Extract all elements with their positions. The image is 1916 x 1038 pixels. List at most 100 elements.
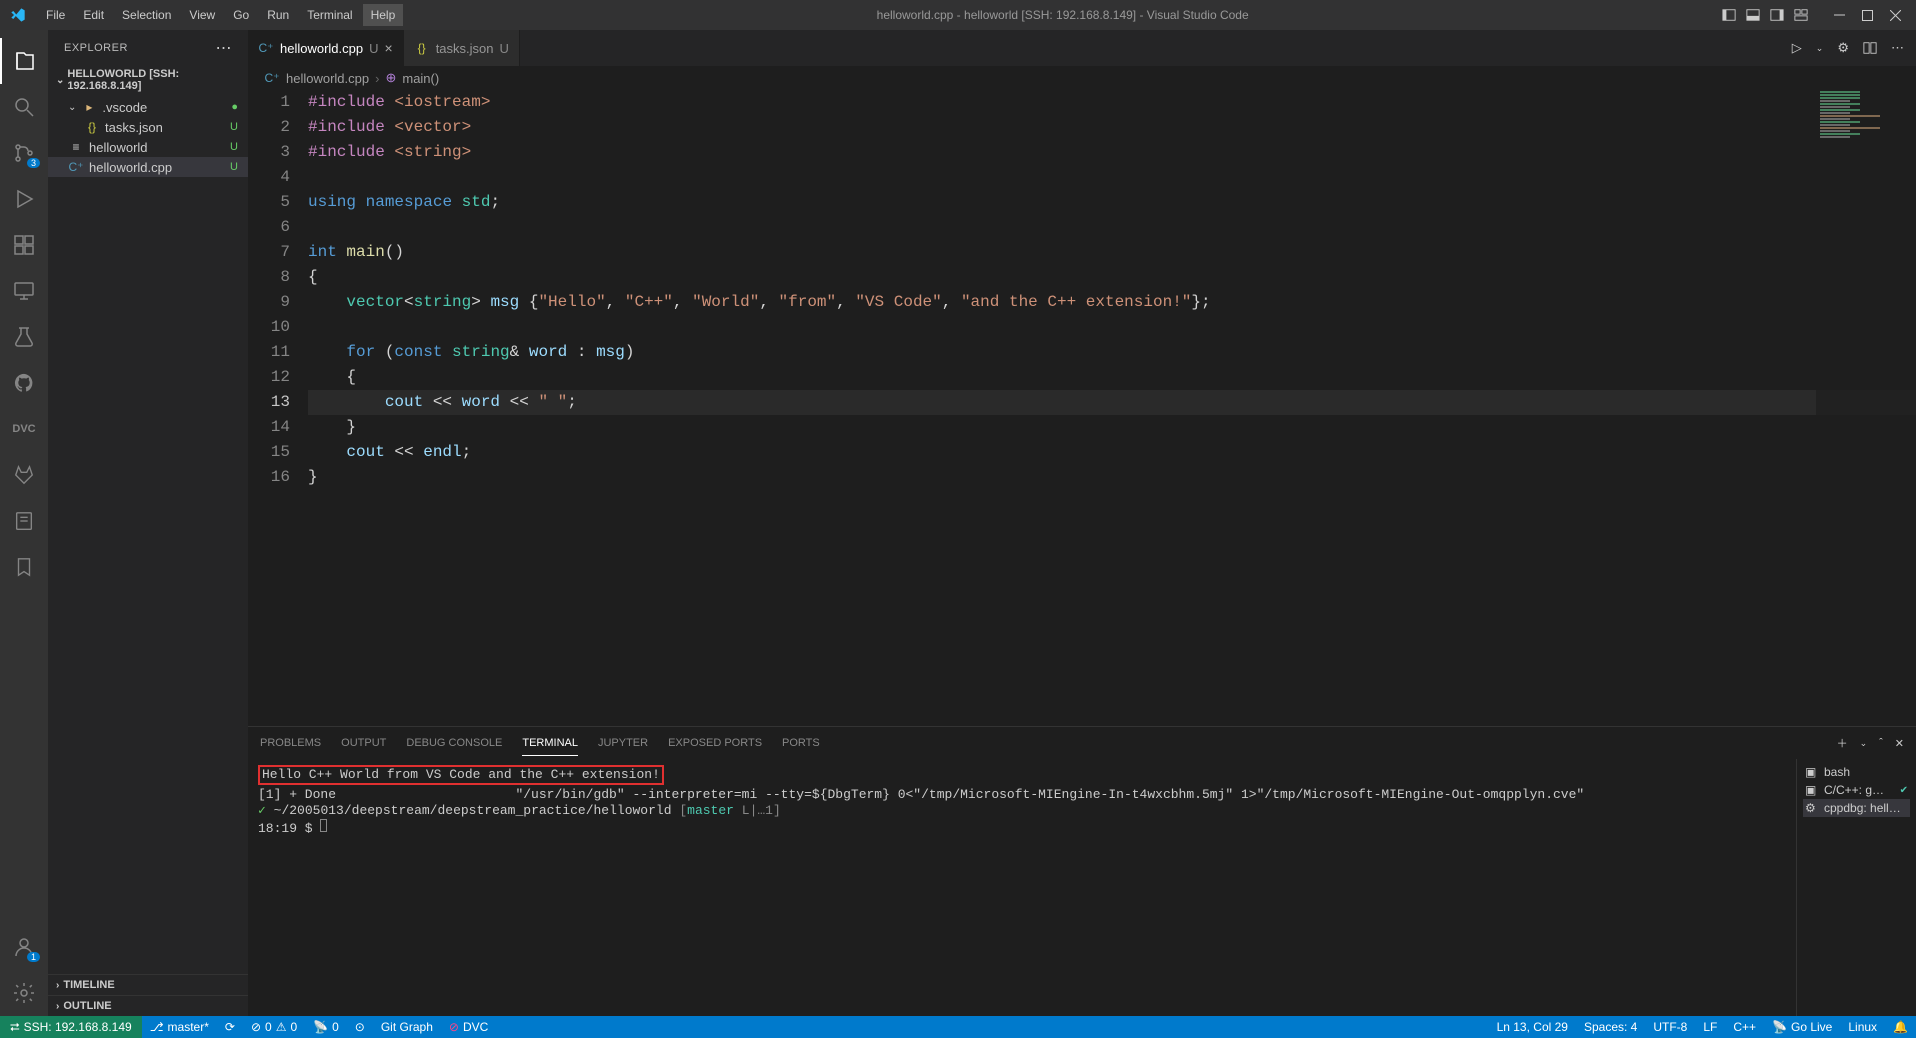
cursor-position[interactable]: Ln 13, Col 29 bbox=[1489, 1020, 1576, 1034]
menu-item-help[interactable]: Help bbox=[363, 4, 404, 26]
code-line[interactable]: vector<string> msg {"Hello", "C++", "Wor… bbox=[308, 290, 1916, 315]
terminal-prompt[interactable]: 18:19 $ bbox=[258, 819, 1786, 837]
terminal-list-item[interactable]: ▣bash bbox=[1803, 763, 1910, 781]
menu-item-view[interactable]: View bbox=[181, 4, 223, 26]
panel-tab-problems[interactable]: PROBLEMS bbox=[260, 731, 321, 755]
activity-manage[interactable] bbox=[0, 970, 48, 1016]
live-server-button[interactable]: ⊙ bbox=[347, 1020, 373, 1034]
activity-project-manager[interactable] bbox=[0, 498, 48, 544]
code-line[interactable]: } bbox=[308, 415, 1916, 440]
toggle-secondary-sidebar-icon[interactable] bbox=[1770, 8, 1784, 22]
editor-tab[interactable]: C⁺helloworld.cpp U × bbox=[248, 30, 404, 66]
activity-accounts[interactable]: 1 bbox=[0, 924, 48, 970]
chevron-down-icon[interactable]: ⌄ bbox=[1816, 43, 1824, 54]
workspace-folder-header[interactable]: ⌄ HELLOWORLD [SSH: 192.168.8.149] bbox=[48, 65, 248, 95]
timeline-section[interactable]: ›TIMELINE bbox=[48, 974, 248, 995]
outline-section[interactable]: ›OUTLINE bbox=[48, 995, 248, 1016]
git-graph-button[interactable]: Git Graph bbox=[373, 1020, 441, 1034]
git-branch[interactable]: ⎇ master* bbox=[142, 1020, 217, 1034]
activity-explorer[interactable] bbox=[0, 38, 48, 84]
chevron-down-icon[interactable]: ⌄ bbox=[1860, 738, 1868, 749]
code-line[interactable]: for (const string& word : msg) bbox=[308, 340, 1916, 365]
remote-indicator[interactable]: ⮂ SSH: 192.168.8.149 bbox=[0, 1016, 142, 1038]
cpp-file-icon: C⁺ bbox=[258, 40, 274, 56]
maximize-icon[interactable] bbox=[1860, 8, 1874, 22]
menu-item-edit[interactable]: Edit bbox=[75, 4, 112, 26]
go-live-button[interactable]: 📡 Go Live bbox=[1764, 1020, 1840, 1034]
activity-extensions[interactable] bbox=[0, 222, 48, 268]
os-indicator[interactable]: Linux bbox=[1840, 1020, 1885, 1034]
close-panel-icon[interactable]: ✕ bbox=[1895, 737, 1904, 750]
activity-search[interactable] bbox=[0, 84, 48, 130]
customize-layout-icon[interactable] bbox=[1794, 8, 1808, 22]
code-line[interactable]: cout << word << " "; bbox=[308, 390, 1916, 415]
split-editor-icon[interactable] bbox=[1863, 41, 1877, 55]
code-line[interactable] bbox=[308, 215, 1916, 240]
code-line[interactable] bbox=[308, 165, 1916, 190]
language-mode[interactable]: C++ bbox=[1725, 1020, 1764, 1034]
panel-tab-debug-console[interactable]: DEBUG CONSOLE bbox=[406, 731, 502, 755]
indentation-status[interactable]: Spaces: 4 bbox=[1576, 1020, 1645, 1034]
code-line[interactable]: int main() bbox=[308, 240, 1916, 265]
sidebar-header: EXPLORER ⋯ bbox=[48, 30, 248, 65]
dvc-indicator[interactable]: ⊘ DVC bbox=[441, 1020, 496, 1034]
tree-item[interactable]: C⁺helloworld.cppU bbox=[48, 157, 248, 177]
tree-item[interactable]: ≡helloworldU bbox=[48, 137, 248, 157]
terminal-list-item[interactable]: ▣C/C++: g…✔ bbox=[1803, 781, 1910, 799]
code-line[interactable]: { bbox=[308, 265, 1916, 290]
code-content[interactable]: #include <iostream>#include <vector>#inc… bbox=[308, 90, 1916, 726]
toggle-panel-icon[interactable] bbox=[1746, 8, 1760, 22]
activity-source-control[interactable]: 3 bbox=[0, 130, 48, 176]
terminal-list-item[interactable]: ⚙cppdbg: hell… bbox=[1803, 799, 1910, 817]
more-icon[interactable]: ⋯ bbox=[1891, 40, 1904, 56]
panel-tab-terminal[interactable]: TERMINAL bbox=[522, 731, 578, 756]
panel-tab-jupyter[interactable]: JUPYTER bbox=[598, 731, 648, 755]
code-line[interactable]: cout << endl; bbox=[308, 440, 1916, 465]
run-icon[interactable]: ▷ bbox=[1792, 40, 1802, 56]
code-line[interactable]: using namespace std; bbox=[308, 190, 1916, 215]
activity-bookmarks[interactable] bbox=[0, 544, 48, 590]
panel-tab-output[interactable]: OUTPUT bbox=[341, 731, 386, 755]
git-sync[interactable]: ⟳ bbox=[217, 1020, 243, 1034]
minimize-icon[interactable] bbox=[1832, 8, 1846, 22]
menu-item-file[interactable]: File bbox=[38, 4, 73, 26]
sidebar-more-icon[interactable]: ⋯ bbox=[216, 38, 233, 58]
eol-status[interactable]: LF bbox=[1695, 1020, 1725, 1034]
editor-tab[interactable]: {}tasks.json U bbox=[404, 30, 520, 66]
activity-dvc[interactable]: DVC bbox=[0, 406, 48, 452]
panel-tab-exposed-ports[interactable]: EXPOSED PORTS bbox=[668, 731, 762, 755]
code-line[interactable] bbox=[308, 315, 1916, 340]
code-line[interactable]: #include <string> bbox=[308, 140, 1916, 165]
close-icon[interactable] bbox=[1888, 8, 1902, 22]
code-line[interactable]: { bbox=[308, 365, 1916, 390]
menu-item-go[interactable]: Go bbox=[225, 4, 257, 26]
toggle-primary-sidebar-icon[interactable] bbox=[1722, 8, 1736, 22]
tree-item[interactable]: {}tasks.jsonU bbox=[48, 117, 248, 137]
code-editor[interactable]: 12345678910111213141516 #include <iostre… bbox=[248, 90, 1916, 726]
menu-item-run[interactable]: Run bbox=[259, 4, 297, 26]
ports-indicator[interactable]: 📡0 bbox=[305, 1020, 347, 1034]
notifications-button[interactable]: 🔔 bbox=[1885, 1020, 1916, 1034]
activity-gitlab[interactable] bbox=[0, 452, 48, 498]
activity-github[interactable] bbox=[0, 360, 48, 406]
code-line[interactable]: #include <iostream> bbox=[308, 90, 1916, 115]
new-terminal-icon[interactable]: ＋ bbox=[1837, 735, 1848, 751]
terminal-output-highlight: Hello C++ World from VS Code and the C++… bbox=[258, 765, 664, 785]
activity-run-debug[interactable] bbox=[0, 176, 48, 222]
configure-icon[interactable]: ⚙ bbox=[1837, 40, 1849, 56]
minimap[interactable] bbox=[1816, 90, 1916, 726]
code-line[interactable]: #include <vector> bbox=[308, 115, 1916, 140]
breadcrumb[interactable]: C⁺ helloworld.cpp › ⊕ main() bbox=[248, 66, 1916, 90]
menu-item-selection[interactable]: Selection bbox=[114, 4, 179, 26]
activity-testing[interactable] bbox=[0, 314, 48, 360]
menu-item-terminal[interactable]: Terminal bbox=[299, 4, 360, 26]
tree-item[interactable]: ⌄▸.vscode● bbox=[48, 97, 248, 117]
code-line[interactable]: } bbox=[308, 465, 1916, 490]
terminal[interactable]: Hello C++ World from VS Code and the C++… bbox=[248, 759, 1796, 1016]
activity-remote-explorer[interactable] bbox=[0, 268, 48, 314]
maximize-panel-icon[interactable]: ˆ bbox=[1879, 737, 1883, 749]
panel-tab-ports[interactable]: PORTS bbox=[782, 731, 820, 755]
problems-indicator[interactable]: ⊘0 ⚠0 bbox=[243, 1020, 305, 1034]
encoding-status[interactable]: UTF-8 bbox=[1645, 1020, 1695, 1034]
tab-close-icon[interactable]: × bbox=[385, 40, 393, 56]
